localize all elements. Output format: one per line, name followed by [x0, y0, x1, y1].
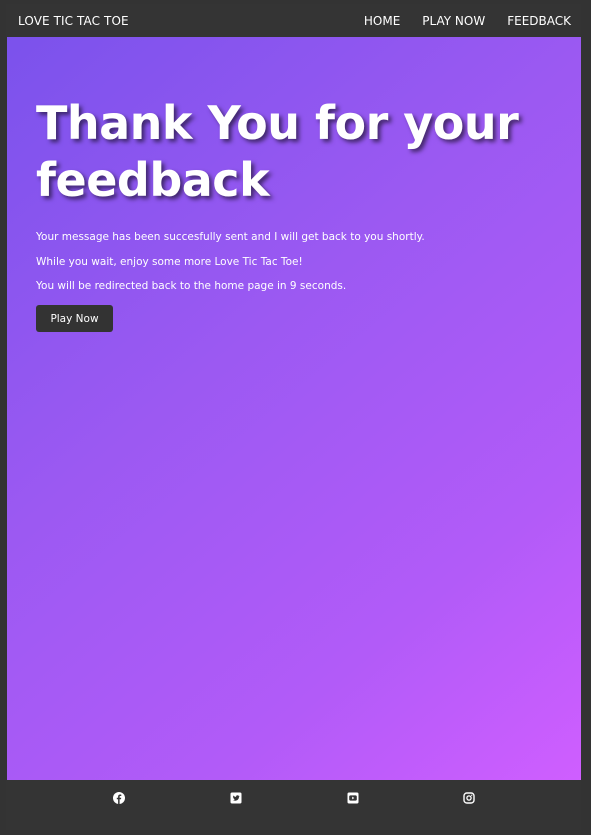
nav-links: HOME PLAY NOW FEEDBACK [364, 14, 571, 28]
facebook-icon[interactable] [113, 792, 125, 804]
footer [6, 780, 581, 830]
navbar: LOVE TIC TAC TOE HOME PLAY NOW FEEDBACK [6, 4, 581, 37]
hero-section: Thank You for your feedback Your message… [7, 37, 581, 780]
youtube-icon[interactable] [347, 792, 359, 804]
redirect-message: You will be redirected back to the home … [36, 280, 347, 292]
nav-link-feedback[interactable]: FEEDBACK [507, 14, 571, 28]
nav-link-home[interactable]: HOME [364, 14, 400, 28]
page-title: Thank You for your feedback [36, 96, 519, 207]
enjoy-message: While you wait, enjoy some more Love Tic… [36, 256, 303, 268]
twitter-icon[interactable] [230, 792, 242, 804]
page: LOVE TIC TAC TOE HOME PLAY NOW FEEDBACK … [0, 0, 591, 835]
confirmation-message: Your message has been succesfully sent a… [36, 231, 425, 243]
brand-link[interactable]: LOVE TIC TAC TOE [18, 14, 129, 28]
instagram-icon[interactable] [463, 792, 475, 804]
nav-link-play-now[interactable]: PLAY NOW [422, 14, 485, 28]
play-now-button[interactable]: Play Now [36, 305, 113, 332]
